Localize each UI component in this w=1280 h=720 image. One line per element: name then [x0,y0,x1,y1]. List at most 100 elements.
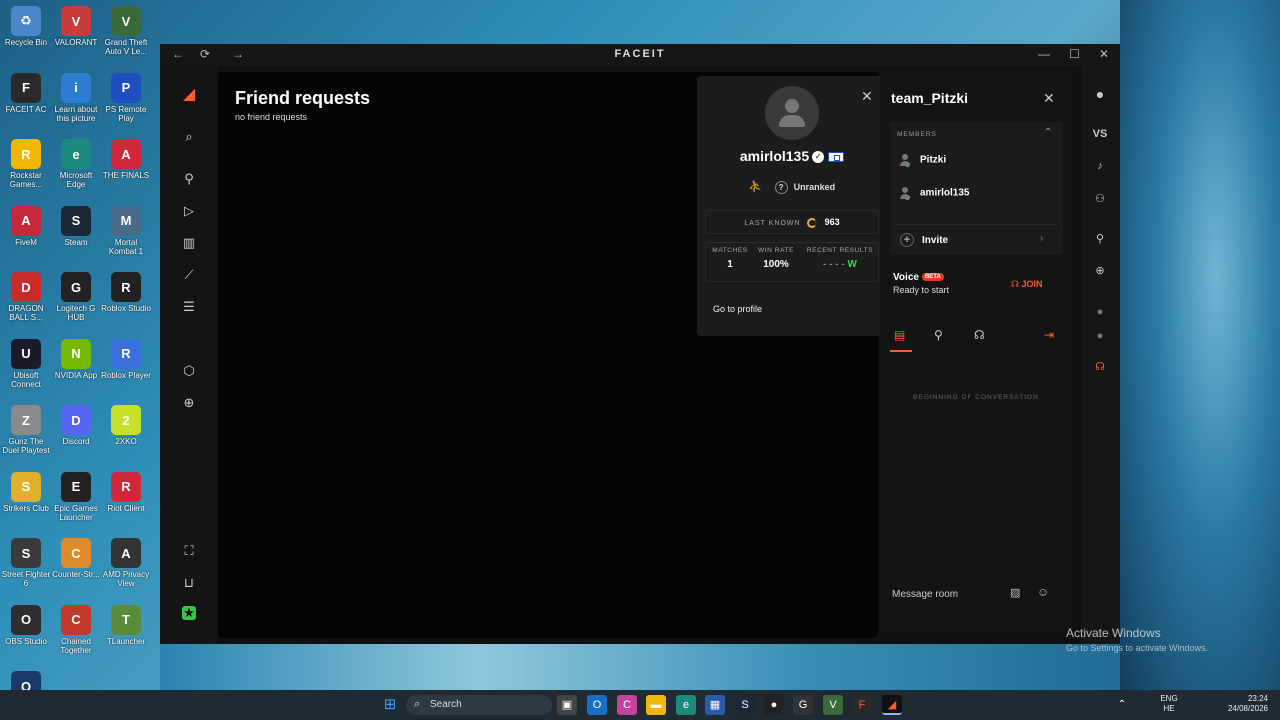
chat-tab-icon[interactable]: ▤ [894,328,905,342]
desktop-icon[interactable]: ♻ Recycle Bin [0,2,52,64]
desktop-icon[interactable]: N NVIDIA App [50,335,102,397]
matchmaking-tab-icon[interactable]: ⚲ [934,328,943,342]
tray-chevron-icon[interactable]: ⌃ [1112,695,1132,715]
windows-start-icon[interactable]: ⊞ [380,695,400,715]
user-avatar-icon[interactable]: ● [1091,86,1109,102]
desktop-icon[interactable]: O OBS Studio [0,601,52,663]
desktop-icon[interactable]: 2 2XKO [100,401,152,463]
copilot-icon[interactable]: C [617,695,637,715]
file-explorer-icon[interactable]: ▬ [646,695,666,715]
friends-icon[interactable]: ⚇ [1091,192,1109,208]
desktop-icon[interactable]: V VALORANT [50,2,102,64]
elo-value: 963 [824,217,840,227]
app-icon: i [61,72,91,103]
taskbar-search[interactable]: ⌕ Search [406,695,552,715]
shop-icon[interactable]: ⊔ [180,574,198,592]
faceit-taskbar-icon[interactable]: ◢ [882,695,902,715]
clock[interactable]: 23:24 24/08/2026 [1216,694,1268,714]
desktop-icon[interactable]: R Riot Client [100,468,152,530]
desktop-icon[interactable]: P PS Remote Play [100,69,152,131]
emoji-icon[interactable]: ☺ [1037,585,1049,599]
close-icon[interactable]: ✕ [1043,90,1055,107]
desktop-icon[interactable]: G Logitech G HUB [50,268,102,330]
fullscreen-icon[interactable]: ⛶ [180,542,198,560]
desktop-icon[interactable]: T TLauncher [100,601,152,663]
desktop-icon[interactable]: R Roblox Studio [100,268,152,330]
desktop-wallpaper-right [1120,0,1280,690]
leave-party-icon[interactable]: ⇥ [1044,328,1054,342]
search-icon[interactable]: ⌕ [180,128,198,146]
premium-icon[interactable]: ★ [182,606,196,620]
plus-icon: + [900,233,914,247]
language-indicator[interactable]: ENG HE [1158,694,1180,714]
invite-button[interactable]: + Invite [900,233,948,247]
desktop-icon[interactable]: S Street Fighter 6 [0,534,52,596]
vs-icon[interactable]: VS [1091,128,1109,144]
join-voice-button[interactable]: ☊ JOIN [1011,279,1043,290]
desktop-icon[interactable]: Z Gunz The Duel Playtest [0,401,52,463]
leaderboard-icon[interactable]: ▥ [180,234,198,252]
member-item[interactable]: amirlol135 [900,187,969,200]
close-icon[interactable]: ✕ [861,88,873,105]
app-icon: E [61,471,91,502]
find-match-icon[interactable]: ⚲ [180,170,198,188]
minimize-button[interactable]: — [1038,47,1050,61]
desktop-icon[interactable]: i Learn about this picture [50,69,102,131]
go-to-profile-link[interactable]: Go to profile [713,304,762,314]
desktop-icon[interactable]: E Epic Games Launcher [50,468,102,530]
desktop-icon[interactable]: A AMD Privacy View [100,534,152,596]
app-icon: e [61,139,91,169]
app-icon: G [61,272,91,302]
task-view-icon[interactable]: ▣ [557,695,577,715]
chevron-up-icon[interactable]: ⌃ [1044,127,1052,138]
stats-icon[interactable]: ⟋ [180,266,198,284]
desktop-icon[interactable]: C Chained Together [50,601,102,663]
desktop-wallpaper-bottom [160,640,1120,690]
desktop-icon[interactable]: D Discord [50,401,102,463]
desktop-icon-label: Steam [64,237,88,247]
message-input[interactable] [892,586,1002,602]
bell-icon[interactable]: ♪ [1091,160,1109,176]
active-tab-indicator [890,350,912,352]
desktop-icon[interactable]: e Microsoft Edge [50,135,102,197]
image-icon[interactable]: ▨ [1010,586,1020,599]
edge-icon[interactable]: e [676,695,696,715]
desktop-icon[interactable]: S Strikers Club [0,468,52,530]
desktop-icon[interactable]: M Mortal Kombat 1 [100,202,152,264]
store-icon[interactable]: ▦ [705,695,725,715]
party-icon[interactable]: ⚲ [1091,232,1109,248]
play-icon[interactable]: ▷ [180,202,198,220]
maximize-button[interactable]: ☐ [1069,47,1080,61]
desktop-icon[interactable]: C Counter-Str... [50,534,102,596]
gta-icon[interactable]: V [823,695,843,715]
desktop-icon[interactable]: F FACEIT AC [0,69,52,131]
github-icon[interactable]: ● [764,695,784,715]
steam-icon[interactable]: S [735,695,755,715]
list-icon[interactable]: ☰ [180,298,198,316]
team-name: team_Pitzki [891,90,969,106]
app-icon: T [111,604,141,635]
desktop-icon[interactable]: R Rockstar Games... [0,135,52,197]
voice-tab-icon[interactable]: ☊ [974,328,985,342]
add-icon[interactable]: ⊕ [180,394,198,412]
desktop-icon[interactable]: R Roblox Player [100,335,152,397]
desktop-icon[interactable]: D DRAGON BALL S... [0,268,52,330]
chevron-right-icon[interactable]: › [1040,233,1043,244]
desktop-icon-label: Chained Together [60,636,92,655]
faceit-ac-icon[interactable]: F [852,695,872,715]
desktop-icon[interactable]: A FiveM [0,202,52,264]
desktop-icon[interactable]: A THE FINALS [100,135,152,197]
close-window-button[interactable]: ✕ [1099,47,1109,61]
desktop-icon[interactable]: S Steam [50,202,102,264]
outlook-icon[interactable]: O [587,695,607,715]
desktop-icon[interactable]: U Ubisoft Connect [0,335,52,397]
faceit-logo-icon[interactable]: ◢ [180,86,198,104]
missions-icon[interactable]: ⬡ [180,362,198,380]
logitech-icon[interactable]: G [793,695,813,715]
desktop-icon[interactable]: V Grand Theft Auto V Le... [100,2,152,64]
stat-label: RECENT RESULTS [806,247,874,254]
add-circle-icon[interactable]: ⊕ [1091,264,1109,280]
member-avatar-icon [900,154,910,167]
member-item[interactable]: Pitzki [900,154,946,167]
headset-icon[interactable]: ☊ [1091,360,1109,376]
